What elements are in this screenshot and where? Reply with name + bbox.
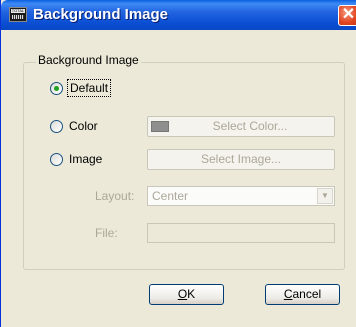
radio-image[interactable]	[50, 152, 63, 166]
radio-image-label[interactable]: Image	[69, 152, 102, 166]
layout-label: Layout:	[95, 189, 135, 203]
file-label: File:	[95, 226, 118, 240]
select-color-label: Select Color...	[212, 119, 288, 133]
radio-image-row[interactable]: Image	[50, 151, 102, 167]
layout-select[interactable]: Center ▼	[147, 186, 335, 206]
cancel-button[interactable]: Cancel	[265, 284, 340, 305]
ok-label-rest: K	[187, 287, 196, 301]
select-image-label: Select Image...	[200, 152, 282, 166]
radio-default-label[interactable]: Default	[66, 79, 112, 97]
radio-color-label[interactable]: Color	[69, 119, 98, 133]
group-legend: Background Image	[36, 53, 141, 67]
ok-mnemonic: O	[177, 287, 188, 301]
radio-color-row[interactable]: Color	[50, 118, 98, 134]
chevron-down-icon[interactable]: ▼	[317, 188, 333, 204]
radio-color[interactable]	[50, 119, 63, 133]
title-bar[interactable]: TOTAL Background Image ✕	[1, 0, 356, 30]
color-swatch	[151, 121, 169, 132]
dialog-window: TOTAL Background Image ✕ Background Imag…	[0, 0, 356, 327]
app-icon: TOTAL	[9, 7, 27, 22]
window-title: Background Image	[33, 6, 169, 23]
file-field	[147, 223, 335, 243]
select-color-button[interactable]: Select Color...	[147, 116, 335, 137]
app-icon-keys	[12, 15, 24, 19]
radio-default[interactable]	[50, 81, 63, 95]
radio-default-row[interactable]: Default	[50, 79, 112, 97]
select-image-button[interactable]: Select Image...	[147, 149, 335, 170]
app-icon-text: TOTAL	[11, 8, 25, 13]
layout-select-value: Center	[152, 189, 189, 203]
cancel-label-rest: ancel	[292, 287, 322, 301]
ok-button[interactable]: OK	[149, 284, 224, 305]
close-button[interactable]: ✕	[338, 5, 356, 26]
close-icon: ✕	[341, 6, 356, 23]
